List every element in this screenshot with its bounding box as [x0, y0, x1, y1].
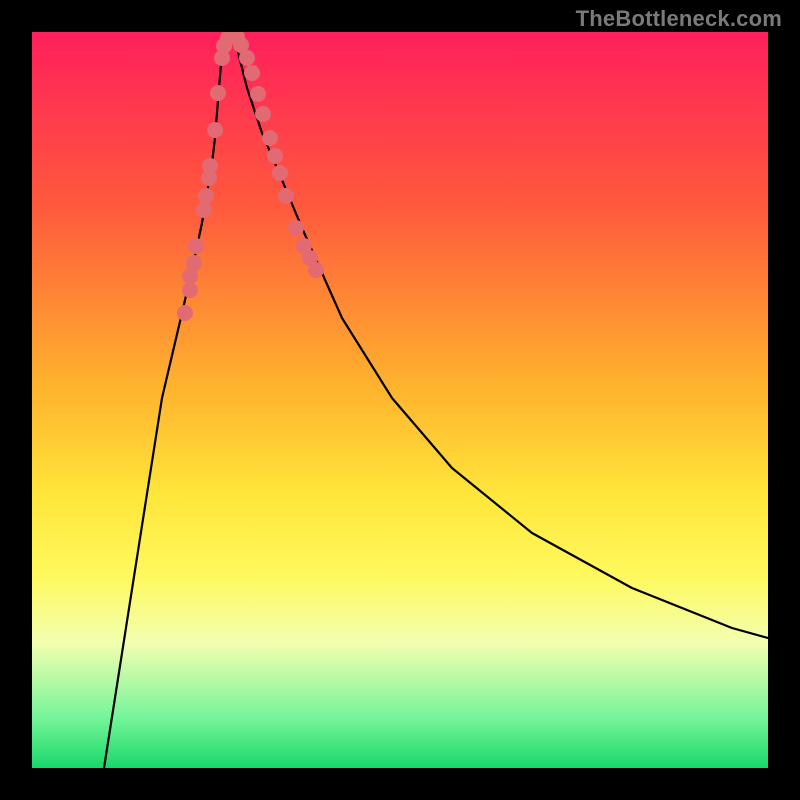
watermark-text: TheBottleneck.com — [576, 6, 782, 32]
scatter-dot — [186, 255, 202, 271]
plot-area — [32, 32, 768, 768]
scatter-dot — [262, 130, 278, 146]
scatter-dot — [207, 122, 223, 138]
scatter-dot — [244, 65, 260, 81]
scatter-dot — [267, 148, 283, 164]
outer-frame: TheBottleneck.com — [0, 0, 800, 800]
scatter-dot — [198, 188, 214, 204]
scatter-dot — [210, 85, 226, 101]
scatter-dot — [202, 158, 218, 174]
scatter-dot — [278, 188, 294, 204]
chart-background — [32, 32, 768, 768]
scatter-dot — [288, 220, 304, 236]
scatter-dot — [255, 106, 271, 122]
scatter-dot — [196, 202, 212, 218]
scatter-dot — [272, 165, 288, 181]
scatter-dot — [188, 238, 204, 254]
scatter-dot — [308, 262, 324, 278]
chart-svg — [32, 32, 768, 768]
scatter-dot — [177, 305, 193, 321]
scatter-dot — [250, 86, 266, 102]
scatter-dot — [239, 50, 255, 66]
scatter-dot — [182, 282, 198, 298]
